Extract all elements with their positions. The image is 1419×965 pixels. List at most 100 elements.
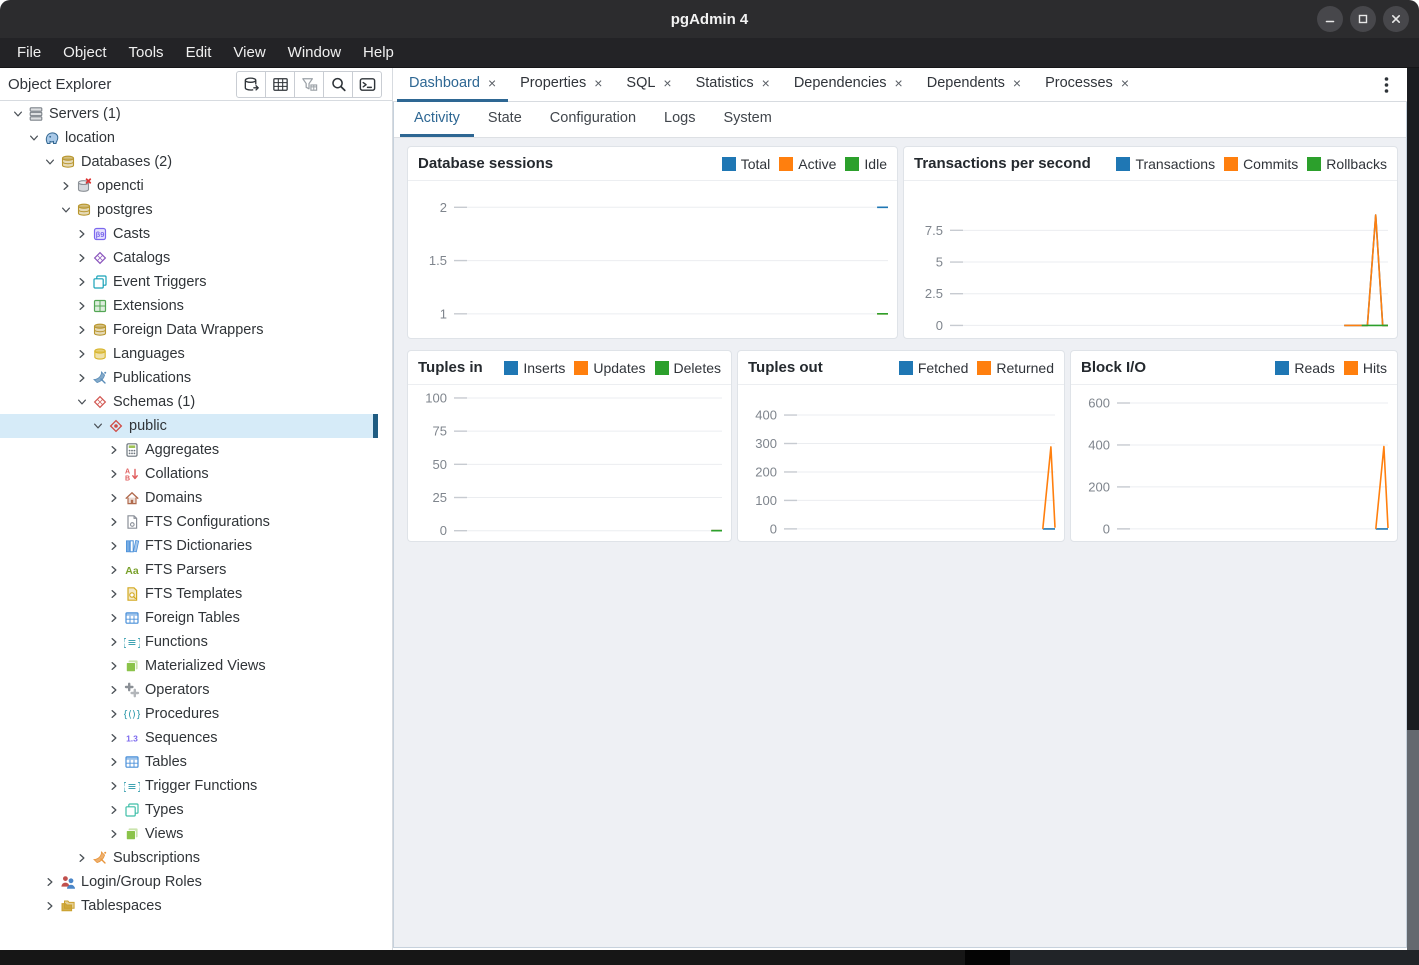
tree-item-domains[interactable]: Domains — [0, 486, 378, 510]
maximize-button[interactable] — [1350, 6, 1376, 32]
tree-item-trigger-functions[interactable]: Trigger Functions — [0, 774, 378, 798]
tree-item-extensions[interactable]: Extensions — [0, 294, 378, 318]
close-button[interactable] — [1383, 6, 1409, 32]
tree-item-login-group-roles[interactable]: Login/Group Roles — [0, 870, 378, 894]
tree-item-fts-dictionaries[interactable]: FTS Dictionaries — [0, 534, 378, 558]
chevron-right-icon[interactable] — [106, 610, 122, 626]
tree-item-casts[interactable]: Casts — [0, 222, 378, 246]
tab-close-icon[interactable]: × — [895, 75, 903, 91]
tree-item-catalogs[interactable]: Catalogs — [0, 246, 378, 270]
tree-item-aggregates[interactable]: Aggregates — [0, 438, 378, 462]
subtab-system[interactable]: System — [709, 101, 785, 137]
minimize-button[interactable] — [1317, 6, 1343, 32]
chevron-right-icon[interactable] — [106, 514, 122, 530]
chevron-right-icon[interactable] — [106, 490, 122, 506]
chevron-right-icon[interactable] — [74, 250, 90, 266]
tab-sql[interactable]: SQL× — [614, 68, 683, 102]
chevron-down-icon[interactable] — [58, 202, 74, 218]
chevron-down-icon[interactable] — [42, 154, 58, 170]
tree-item-functions[interactable]: Functions — [0, 630, 378, 654]
chevron-right-icon[interactable] — [58, 178, 74, 194]
tab-overflow-menu-button[interactable] — [1384, 76, 1389, 94]
chevron-down-icon[interactable] — [10, 106, 26, 122]
chevron-right-icon[interactable] — [42, 898, 58, 914]
query-tool-button[interactable] — [352, 71, 382, 98]
chevron-right-icon[interactable] — [106, 826, 122, 842]
tab-statistics[interactable]: Statistics× — [684, 68, 782, 102]
menu-window[interactable]: Window — [277, 40, 352, 65]
chevron-right-icon[interactable] — [106, 442, 122, 458]
chevron-right-icon[interactable] — [106, 586, 122, 602]
tree-item-sequences[interactable]: Sequences — [0, 726, 378, 750]
tree-item-views[interactable]: Views — [0, 822, 378, 846]
tab-close-icon[interactable]: × — [1013, 75, 1021, 91]
menu-help[interactable]: Help — [352, 40, 405, 65]
tree-item-postgres[interactable]: postgres — [0, 198, 378, 222]
tree-item-collations[interactable]: Collations — [0, 462, 378, 486]
chevron-right-icon[interactable] — [42, 874, 58, 890]
tree-item-subscriptions[interactable]: Subscriptions — [0, 846, 378, 870]
menu-tools[interactable]: Tools — [118, 40, 175, 65]
chevron-right-icon[interactable] — [74, 850, 90, 866]
chevron-right-icon[interactable] — [106, 754, 122, 770]
menu-edit[interactable]: Edit — [175, 40, 223, 65]
tab-dashboard[interactable]: Dashboard× — [397, 68, 508, 102]
subtab-state[interactable]: State — [474, 101, 536, 137]
chevron-down-icon[interactable] — [74, 394, 90, 410]
chevron-right-icon[interactable] — [106, 778, 122, 794]
chevron-right-icon[interactable] — [74, 370, 90, 386]
tree-item-schemas-1[interactable]: Schemas (1) — [0, 390, 378, 414]
chevron-right-icon[interactable] — [106, 682, 122, 698]
tree-item-foreign-tables[interactable]: Foreign Tables — [0, 606, 378, 630]
subtab-activity[interactable]: Activity — [400, 101, 474, 137]
chevron-right-icon[interactable] — [74, 346, 90, 362]
tab-close-icon[interactable]: × — [488, 75, 496, 91]
tree-item-procedures[interactable]: Procedures — [0, 702, 378, 726]
menu-view[interactable]: View — [222, 40, 276, 65]
search-objects-button[interactable] — [323, 71, 353, 98]
tab-properties[interactable]: Properties× — [508, 68, 614, 102]
chevron-down-icon[interactable] — [90, 418, 106, 434]
tab-close-icon[interactable]: × — [1121, 75, 1129, 91]
filtered-rows-button[interactable] — [294, 71, 324, 98]
tab-processes[interactable]: Processes× — [1033, 68, 1141, 102]
chevron-right-icon[interactable] — [106, 634, 122, 650]
tree-item-materialized-views[interactable]: Materialized Views — [0, 654, 378, 678]
chevron-right-icon[interactable] — [106, 802, 122, 818]
tree-item-publications[interactable]: Publications — [0, 366, 378, 390]
chevron-right-icon[interactable] — [74, 298, 90, 314]
chevron-right-icon[interactable] — [74, 274, 90, 290]
tree-item-fts-parsers[interactable]: FTS Parsers — [0, 558, 378, 582]
chevron-right-icon[interactable] — [74, 322, 90, 338]
view-data-button[interactable] — [265, 71, 295, 98]
tree-item-languages[interactable]: Languages — [0, 342, 378, 366]
tree-item-fts-templates[interactable]: FTS Templates — [0, 582, 378, 606]
tree-item-operators[interactable]: Operators — [0, 678, 378, 702]
tree-item-databases-2[interactable]: Databases (2) — [0, 150, 378, 174]
tree-item-event-triggers[interactable]: Event Triggers — [0, 270, 378, 294]
tree-item-location[interactable]: location — [0, 126, 378, 150]
tab-close-icon[interactable]: × — [663, 75, 671, 91]
tab-dependents[interactable]: Dependents× — [915, 68, 1033, 102]
tree-item-fts-configurations[interactable]: FTS Configurations — [0, 510, 378, 534]
tree-item-types[interactable]: Types — [0, 798, 378, 822]
tree-item-tablespaces[interactable]: Tablespaces — [0, 894, 378, 918]
tab-close-icon[interactable]: × — [594, 75, 602, 91]
chevron-right-icon[interactable] — [106, 658, 122, 674]
chevron-right-icon[interactable] — [106, 562, 122, 578]
chevron-right-icon[interactable] — [106, 466, 122, 482]
tree-item-public[interactable]: public — [0, 414, 378, 438]
subtab-logs[interactable]: Logs — [650, 101, 709, 137]
chevron-right-icon[interactable] — [106, 706, 122, 722]
menu-file[interactable]: File — [6, 40, 52, 65]
tab-dependencies[interactable]: Dependencies× — [782, 68, 915, 102]
tree-item-servers-1[interactable]: Servers (1) — [0, 102, 378, 126]
chevron-right-icon[interactable] — [106, 538, 122, 554]
connect-database-button[interactable] — [236, 71, 266, 98]
subtab-configuration[interactable]: Configuration — [536, 101, 650, 137]
tree-item-tables[interactable]: Tables — [0, 750, 378, 774]
tree-item-opencti[interactable]: opencti — [0, 174, 378, 198]
chevron-right-icon[interactable] — [106, 730, 122, 746]
tab-close-icon[interactable]: × — [762, 75, 770, 91]
chevron-down-icon[interactable] — [26, 130, 42, 146]
